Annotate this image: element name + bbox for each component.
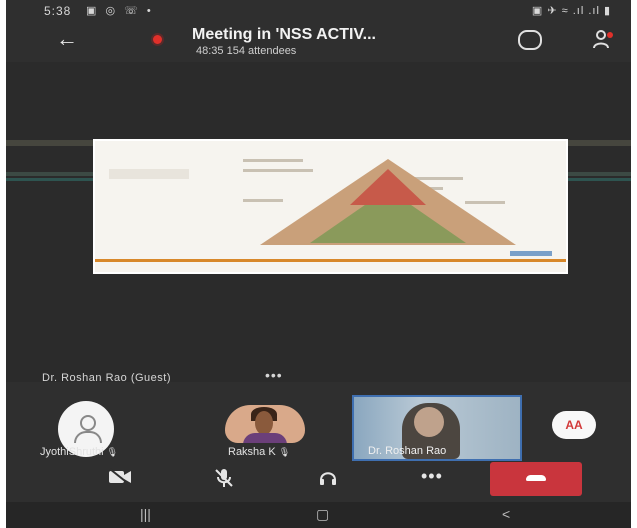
clock: 5:38 bbox=[44, 4, 72, 18]
participant-label: Raksha K 🎙 bbox=[228, 446, 290, 458]
recent-apps-button[interactable]: ||| bbox=[140, 506, 151, 522]
more-options-icon[interactable]: ••• bbox=[421, 466, 443, 487]
avatar-shirt bbox=[243, 433, 287, 443]
participant-label: JyothiShruthi 🎙 bbox=[40, 446, 118, 458]
home-button[interactable]: ▢ bbox=[316, 506, 329, 523]
mic-icon: 🎙 bbox=[278, 447, 291, 457]
slide-logo bbox=[109, 169, 189, 179]
call-controls: ••• bbox=[6, 460, 631, 500]
avatar-raksha[interactable] bbox=[225, 405, 305, 443]
mic-icon: 🎙 bbox=[106, 447, 119, 457]
meeting-header: ← Meeting in 'NSS ACTIV... 48:35 154 att… bbox=[6, 22, 631, 62]
hang-up-icon bbox=[526, 475, 546, 481]
recording-indicator-icon bbox=[153, 35, 162, 44]
participant-name: Raksha K bbox=[228, 446, 276, 458]
person-icon-body bbox=[74, 431, 102, 443]
presenter-name: Dr. Roshan Rao (Guest) bbox=[42, 372, 171, 384]
avatar-initials-badge[interactable]: AA bbox=[552, 411, 596, 439]
meeting-title[interactable]: Meeting in 'NSS ACTIV... bbox=[192, 26, 376, 44]
back-arrow-icon[interactable]: ← bbox=[56, 26, 78, 52]
person-icon bbox=[80, 415, 96, 431]
slide-footer-bar bbox=[95, 259, 566, 262]
shared-slide[interactable] bbox=[93, 139, 568, 274]
system-icons: ▣ ✈ ≈ .ıl .ıl ▮ bbox=[531, 5, 611, 17]
camera-off-icon[interactable] bbox=[108, 468, 132, 486]
participants-icon[interactable] bbox=[592, 28, 616, 52]
meeting-duration-attendees: 48:35 154 attendees bbox=[196, 45, 297, 57]
leave-call-button[interactable] bbox=[490, 462, 582, 496]
chat-icon[interactable] bbox=[518, 30, 542, 50]
back-button[interactable]: < bbox=[502, 506, 510, 522]
slide-brand-mark bbox=[510, 251, 552, 256]
mic-off-icon[interactable] bbox=[214, 468, 234, 488]
video-tile-roshan[interactable]: Dr. Roshan Rao bbox=[352, 395, 522, 461]
android-nav-bar: ||| ▢ < bbox=[6, 502, 631, 528]
participant-name: Dr. Roshan Rao bbox=[368, 445, 447, 457]
headset-icon[interactable] bbox=[318, 468, 338, 488]
notification-icons: ▣ ◎ ☏ • bbox=[86, 5, 154, 17]
meeting-screen: 5:38 ▣ ◎ ☏ • ▣ ✈ ≈ .ıl .ıl ▮ ← Meeting i… bbox=[6, 0, 631, 528]
participant-name: JyothiShruthi bbox=[40, 446, 104, 458]
avatar-face bbox=[255, 411, 273, 435]
status-bar: 5:38 ▣ ◎ ☏ • ▣ ✈ ≈ .ıl .ıl ▮ bbox=[6, 0, 631, 22]
presenter-more-icon[interactable]: ••• bbox=[265, 367, 283, 383]
video-face bbox=[414, 407, 444, 437]
food-pyramid-layer bbox=[350, 169, 426, 205]
